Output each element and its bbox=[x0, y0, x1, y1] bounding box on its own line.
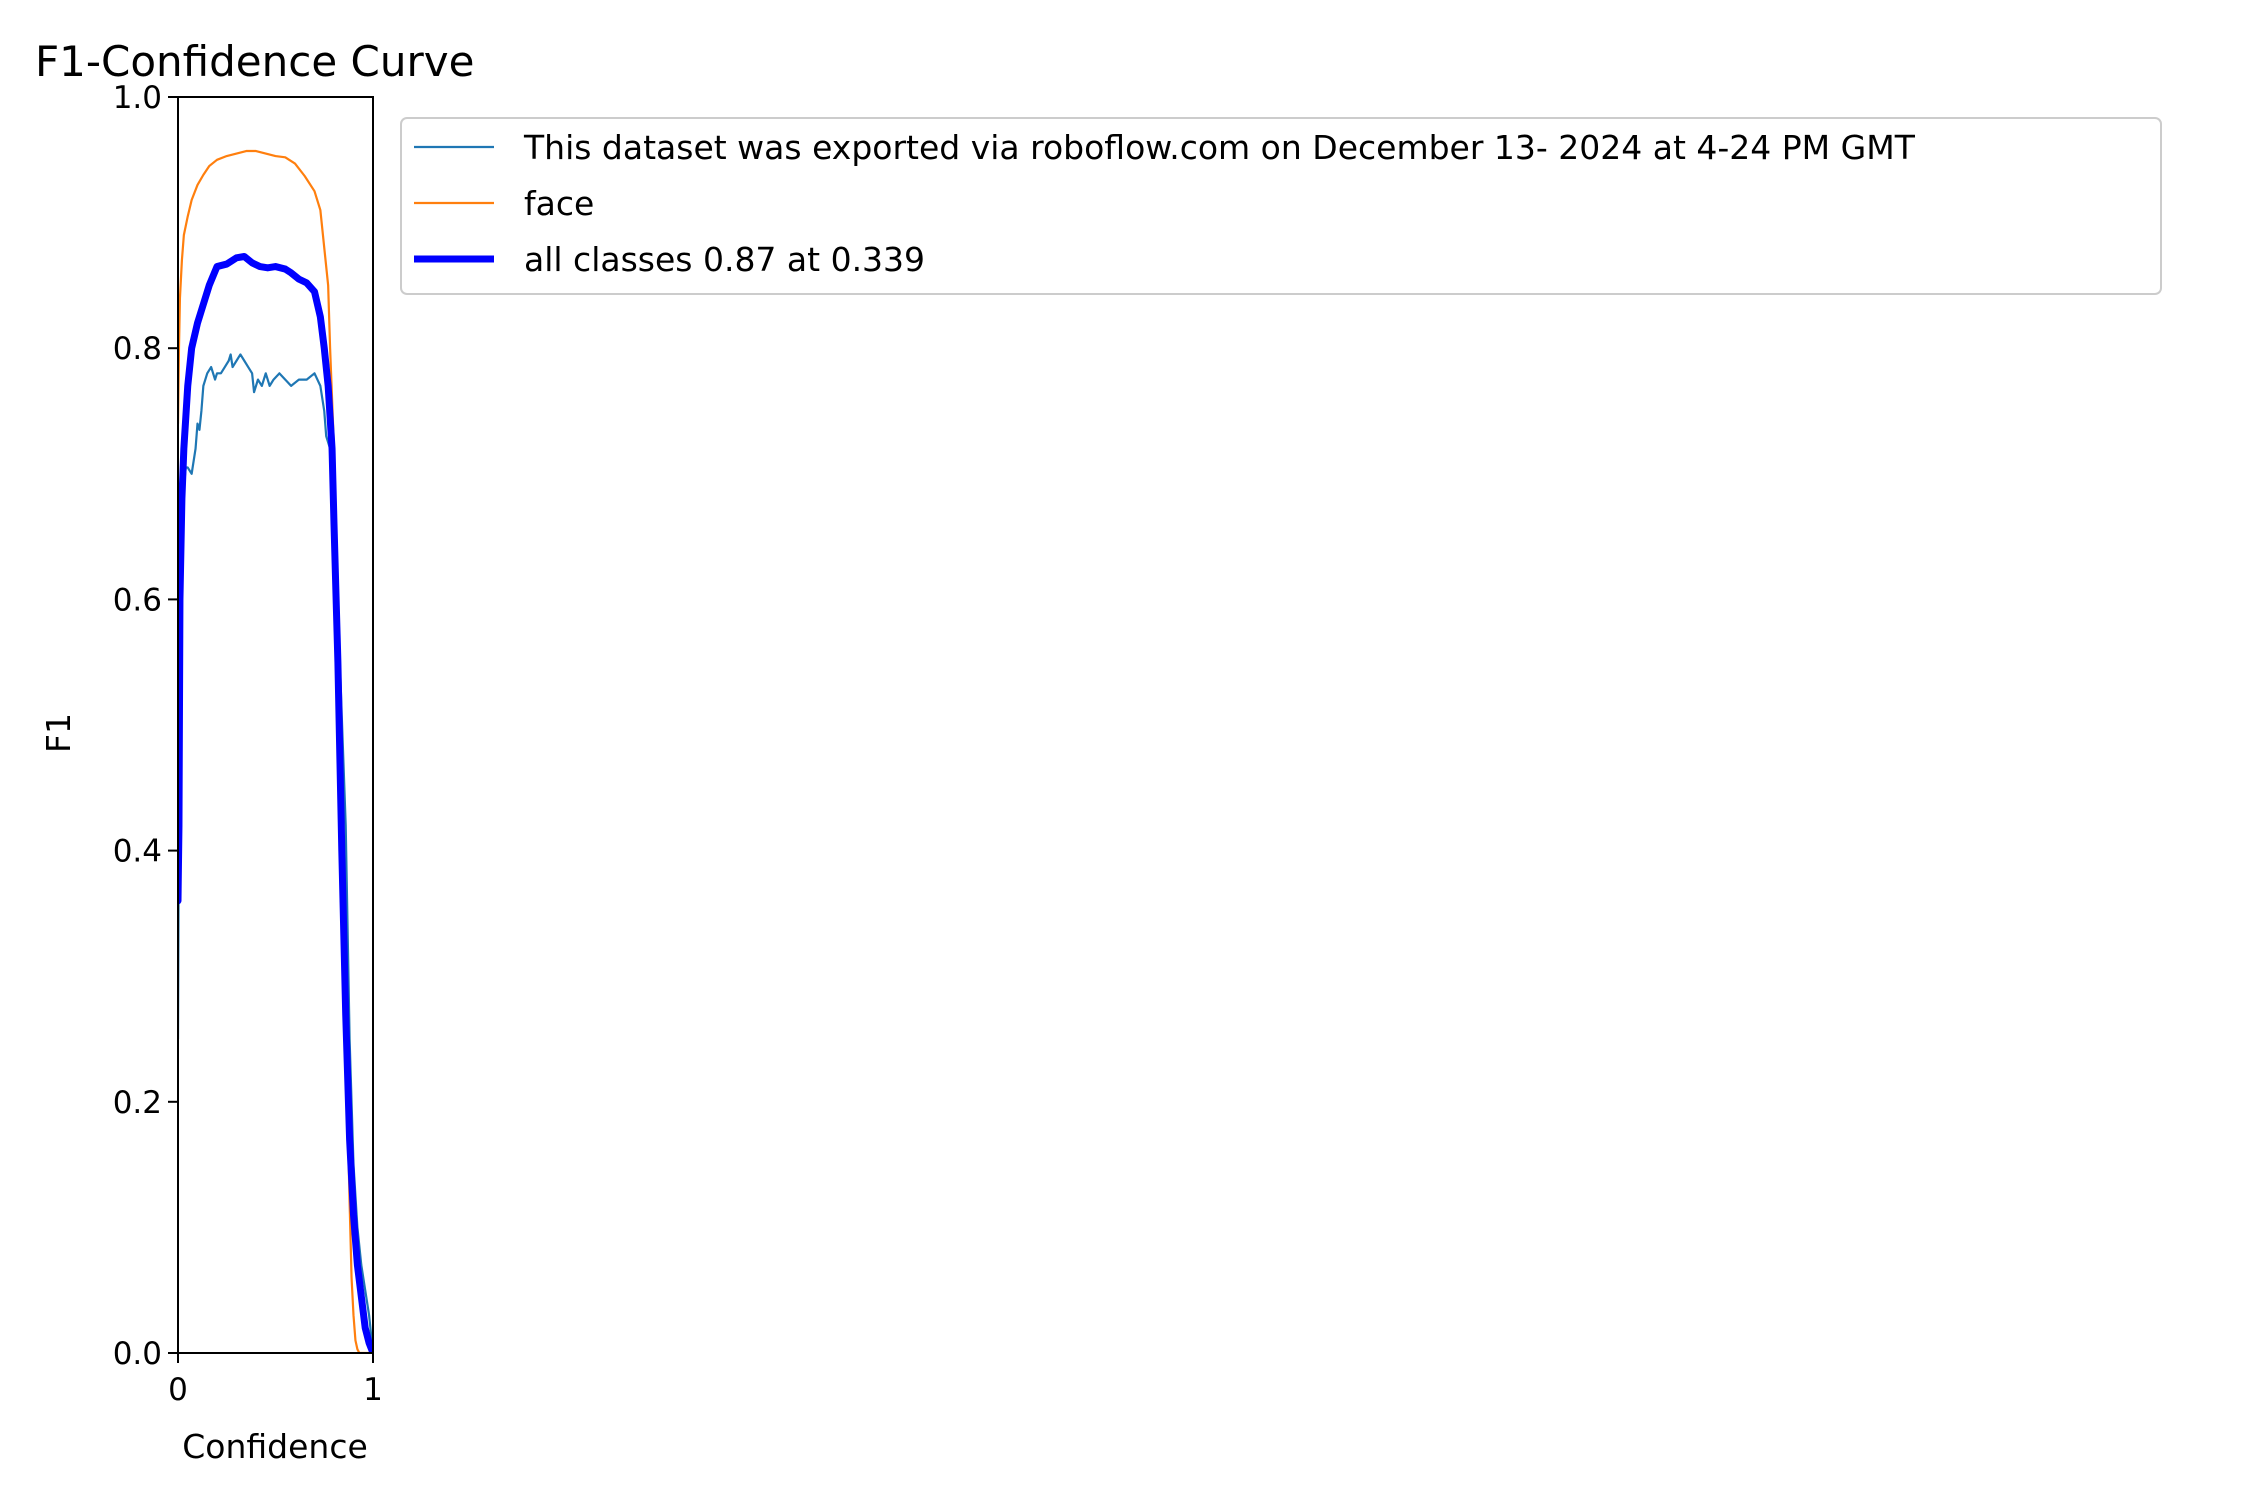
y-tick-label: 0.0 bbox=[113, 1336, 162, 1372]
legend-label: This dataset was exported via roboflow.c… bbox=[523, 128, 1916, 167]
series-line-3 bbox=[178, 253, 373, 1353]
y-tick-label: 0.8 bbox=[113, 331, 162, 367]
y-axis: 0.0 0.2 0.4 0.6 0.8 1.0 bbox=[113, 80, 178, 1372]
y-tick-label: 0.2 bbox=[113, 1085, 162, 1121]
x-tick-label: 0 bbox=[168, 1372, 188, 1408]
x-axis-label: Confidence bbox=[182, 1427, 368, 1466]
plot-area bbox=[177, 96, 374, 1354]
y-tick-label: 0.6 bbox=[113, 582, 162, 618]
series-layer bbox=[178, 149, 373, 1353]
legend-label: face bbox=[524, 184, 594, 223]
x-axis: 01 bbox=[168, 1353, 383, 1408]
y-axis-label: F1 bbox=[39, 713, 78, 753]
legend: This dataset was exported via roboflow.c… bbox=[400, 117, 2162, 295]
x-tick-label: 1 bbox=[363, 1372, 383, 1408]
legend-label: all classes 0.87 at 0.339 bbox=[524, 240, 925, 279]
f1-confidence-chart: F1-Confidence Curve 0.0 0.2 0.4 0.6 0.8 1.0 0… bbox=[35, 37, 2162, 1466]
y-tick-label: 1.0 bbox=[113, 80, 162, 116]
y-tick-label: 0.4 bbox=[113, 834, 162, 870]
chart-title: F1-Confidence Curve bbox=[35, 37, 474, 86]
